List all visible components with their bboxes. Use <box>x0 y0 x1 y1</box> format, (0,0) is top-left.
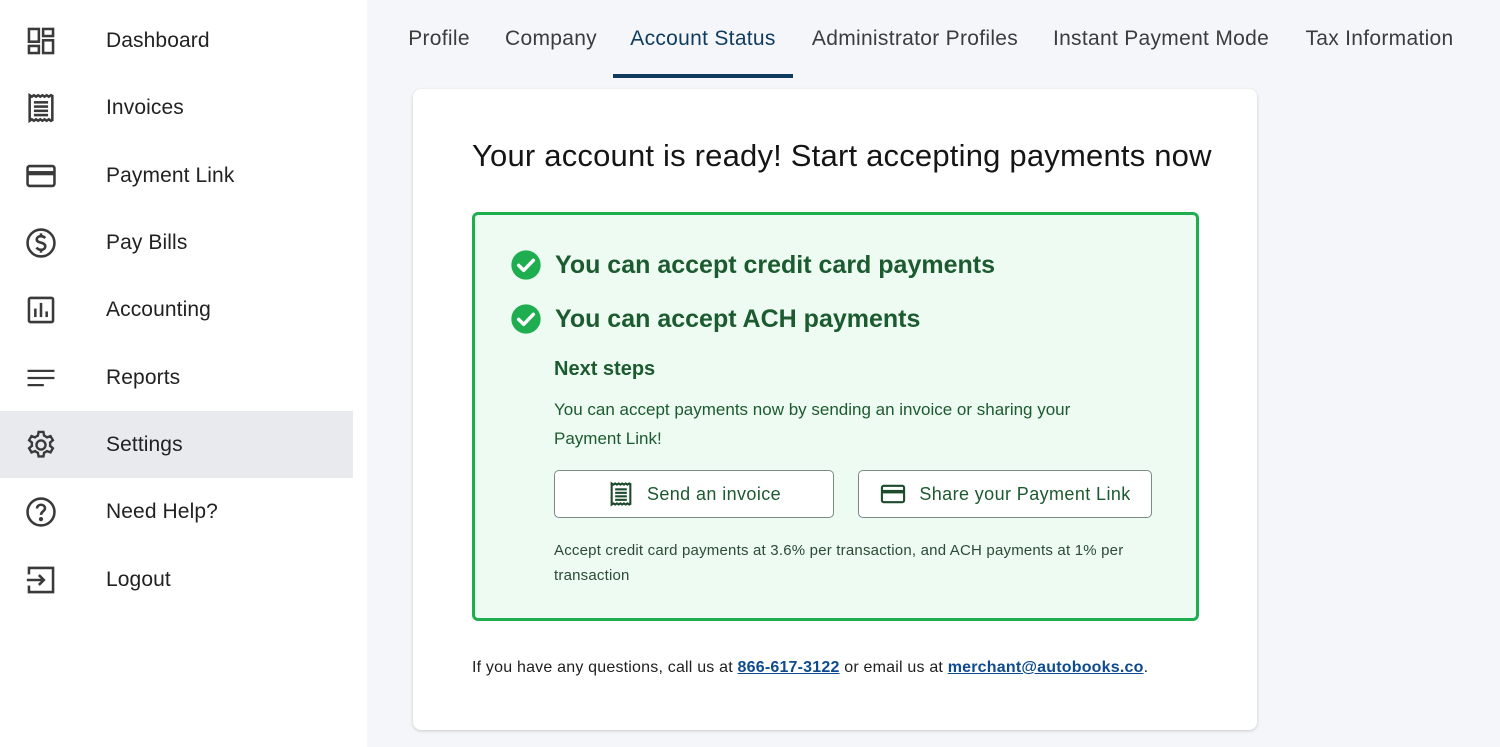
tab-administrator-profiles[interactable]: Administrator Profiles <box>807 0 1023 78</box>
check-circle-icon <box>511 250 541 280</box>
sidebar-item-invoices[interactable]: Invoices <box>0 74 353 141</box>
status-text: You can accept credit card payments <box>555 250 995 279</box>
sidebar-item-dashboard[interactable]: Dashboard <box>0 7 353 74</box>
sidebar-item-label: Reports <box>106 365 181 389</box>
phone-link[interactable]: 866-617-3122 <box>738 659 840 676</box>
send-invoice-button[interactable]: Send an invoice <box>554 470 834 518</box>
next-steps-title: Next steps <box>554 358 656 380</box>
tab-label: Account Status <box>630 27 776 50</box>
contact-suffix: . <box>1143 659 1149 676</box>
sidebar-item-label: Invoices <box>106 95 184 119</box>
check-circle-icon <box>511 304 541 334</box>
credit-card-icon <box>24 159 58 193</box>
help-circle-icon <box>24 495 58 529</box>
share-payment-link-button[interactable]: Share your Payment Link <box>858 470 1152 518</box>
sidebar-item-settings[interactable]: Settings <box>0 411 353 478</box>
sidebar-item-reports[interactable]: Reports <box>0 344 353 411</box>
receipt-icon <box>610 481 632 507</box>
logout-icon <box>24 563 58 597</box>
active-tab-indicator <box>613 74 793 78</box>
button-label: Send an invoice <box>646 483 782 504</box>
sidebar-item-label: Need Help? <box>106 499 218 523</box>
receipt-icon <box>24 91 58 125</box>
sidebar-item-logout[interactable]: Logout <box>0 546 353 613</box>
sidebar-item-label: Logout <box>106 567 171 591</box>
dollar-circle-icon <box>24 226 58 260</box>
bar-chart-icon <box>24 293 58 327</box>
fee-note: Accept credit card payments at 3.6% per … <box>554 542 1124 584</box>
sidebar-item-accounting[interactable]: Accounting <box>0 276 353 343</box>
tab-company[interactable]: Company <box>502 0 600 78</box>
account-status-box: You can accept credit card payments You … <box>472 212 1199 621</box>
email-link[interactable]: merchant@autobooks.co <box>948 659 1144 676</box>
sidebar-item-payment-link[interactable]: Payment Link <box>0 142 353 209</box>
sidebar-item-label: Pay Bills <box>106 230 188 254</box>
dashboard-icon <box>24 24 58 58</box>
sidebar-item-label: Dashboard <box>106 28 210 52</box>
sidebar-item-label: Accounting <box>106 297 211 321</box>
account-status-card: Your account is ready! Start accepting p… <box>413 89 1257 730</box>
credit-card-icon <box>881 484 906 504</box>
tab-label: Profile <box>408 27 470 50</box>
next-steps-description: You can accept payments now by sending a… <box>554 400 1071 448</box>
sidebar: Dashboard Invoices Payment Link Pay Bill… <box>0 0 367 747</box>
button-label: Share your Payment Link <box>919 483 1131 504</box>
contact-prefix: If you have any questions, call us at <box>472 659 738 676</box>
tab-tax-information[interactable]: Tax Information <box>1302 0 1457 78</box>
page-title: Your account is ready! Start accepting p… <box>472 138 1212 173</box>
tab-label: Instant Payment Mode <box>1052 27 1270 50</box>
tab-label: Company <box>505 27 597 50</box>
credit-card-status: You can accept credit card payments <box>510 249 995 281</box>
tab-account-status[interactable]: Account Status <box>613 0 793 78</box>
ach-status: You can accept ACH payments <box>510 303 920 335</box>
tab-label: Tax Information <box>1305 27 1454 50</box>
contact-info: If you have any questions, call us at 86… <box>472 659 1148 677</box>
settings-tabs: Profile Company Account Status Administr… <box>367 0 1500 78</box>
sidebar-item-label: Settings <box>106 432 183 456</box>
status-text: You can accept ACH payments <box>555 304 921 333</box>
lines-icon <box>24 361 58 395</box>
sidebar-item-pay-bills[interactable]: Pay Bills <box>0 209 353 276</box>
sidebar-item-label: Payment Link <box>106 163 235 187</box>
tab-profile[interactable]: Profile <box>403 0 475 78</box>
contact-middle: or email us at <box>839 659 948 676</box>
tab-label: Administrator Profiles <box>811 27 1019 50</box>
gear-icon <box>24 428 58 462</box>
tab-instant-payment-mode[interactable]: Instant Payment Mode <box>1052 0 1270 78</box>
sidebar-item-need-help[interactable]: Need Help? <box>0 478 353 545</box>
